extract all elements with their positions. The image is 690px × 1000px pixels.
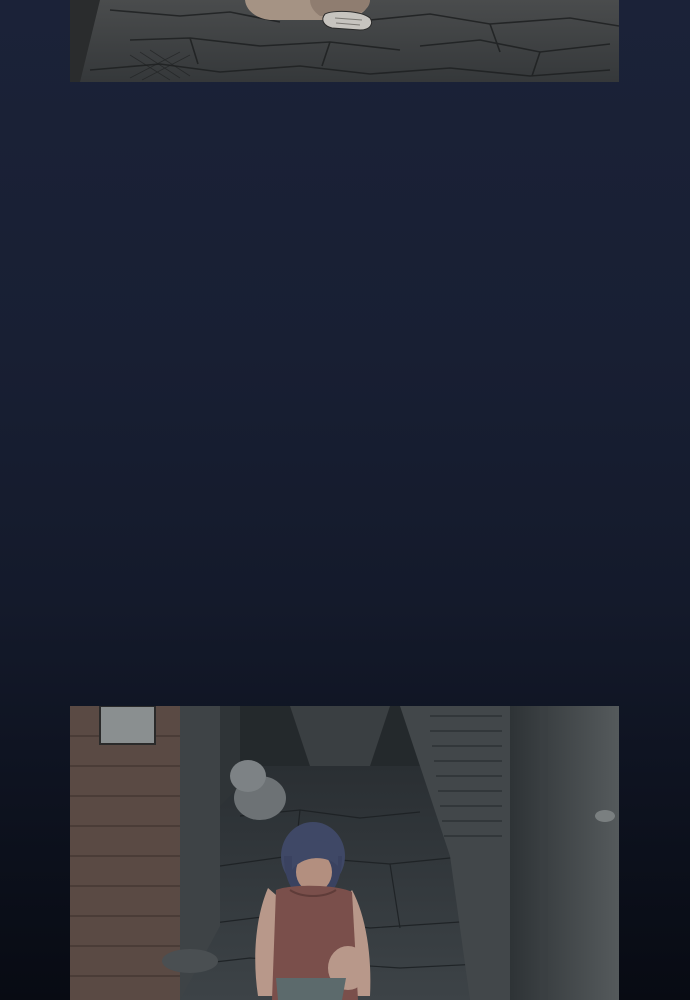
- alley-ground-illustration: [70, 0, 619, 82]
- comic-page: [0, 0, 690, 1000]
- alley-girl-illustration: [70, 706, 619, 1000]
- comic-panel-top: [70, 0, 619, 82]
- comic-panel-bottom: [70, 706, 619, 1000]
